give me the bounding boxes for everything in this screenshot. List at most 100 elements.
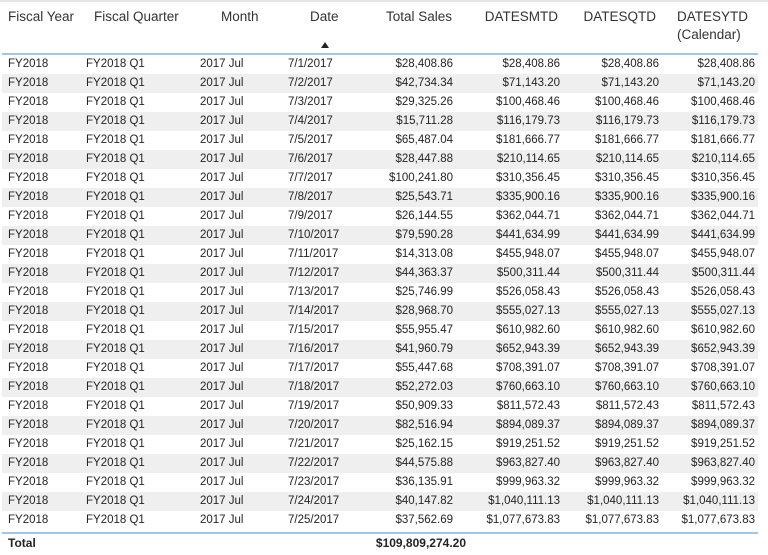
cell-datesmtd: $500,311.44 bbox=[496, 267, 560, 279]
cell-month: 2017 Jul bbox=[200, 438, 244, 450]
cell-total-sales: $100,241.80 bbox=[389, 172, 453, 184]
cell-datesqtd: $181,666.77 bbox=[595, 134, 659, 146]
table-row[interactable]: FY2018 FY2018 Q1 2017 Jul 7/2/2017 $42,734.3… bbox=[2, 74, 758, 93]
cell-month: 2017 Jul bbox=[200, 191, 244, 203]
table-row[interactable]: FY2018 FY2018 Q1 2017 Jul 7/17/2017 $55,447.… bbox=[2, 359, 758, 378]
cell-total-sales: $14,313.08 bbox=[395, 248, 453, 260]
cell-datesytd: $555,027.13 bbox=[691, 305, 755, 317]
cell-month: 2017 Jul bbox=[200, 229, 244, 241]
cell-date: 7/9/2017 bbox=[288, 210, 333, 222]
cell-total-sales: $44,575.88 bbox=[395, 457, 453, 469]
cell-datesmtd: $963,827.40 bbox=[496, 457, 560, 469]
table-row[interactable]: FY2018 FY2018 Q1 2017 Jul 7/10/2017 $79,590.… bbox=[2, 226, 758, 245]
cell-datesytd: $999,963.32 bbox=[691, 476, 755, 488]
cell-datesytd: $963,827.40 bbox=[691, 457, 755, 469]
table-row[interactable]: FY2018 FY2018 Q1 2017 Jul 7/16/2017 $41,960.… bbox=[2, 340, 758, 359]
cell-month: 2017 Jul bbox=[200, 77, 244, 89]
cell-datesqtd: $441,634.99 bbox=[595, 229, 659, 241]
table-row[interactable]: FY2018 FY2018 Q1 2017 Jul 7/11/2017 $14,313.… bbox=[2, 245, 758, 264]
cell-datesmtd: $919,251.52 bbox=[496, 438, 560, 450]
table-row[interactable]: FY2018 FY2018 Q1 2017 Jul 7/14/2017 $28,968.… bbox=[2, 302, 758, 321]
header-total-sales[interactable]: Total Sales bbox=[386, 8, 452, 26]
table-row[interactable]: FY2018 FY2018 Q1 2017 Jul 7/19/2017 $50,909.… bbox=[2, 397, 758, 416]
cell-fiscal-year: FY2018 bbox=[8, 324, 49, 336]
cell-date: 7/15/2017 bbox=[288, 324, 340, 336]
cell-datesqtd: $526,058.43 bbox=[595, 286, 659, 298]
cell-datesmtd: $1,040,111.13 bbox=[488, 495, 560, 507]
cell-total-sales: $25,162.15 bbox=[395, 438, 453, 450]
cell-total-sales: $40,147.82 bbox=[395, 495, 453, 507]
cell-fiscal-quarter: FY2018 Q1 bbox=[86, 514, 145, 526]
table-row[interactable]: FY2018 FY2018 Q1 2017 Jul 7/23/2017 $36,135.… bbox=[2, 473, 758, 492]
total-label: Total bbox=[8, 536, 36, 550]
cell-datesytd: $310,356.45 bbox=[691, 172, 755, 184]
cell-datesqtd: $555,027.13 bbox=[595, 305, 659, 317]
header-date[interactable]: Date bbox=[310, 8, 339, 26]
table-row[interactable]: FY2018 FY2018 Q1 2017 Jul 7/15/2017 $55,955.… bbox=[2, 321, 758, 340]
table-row[interactable]: FY2018 FY2018 Q1 2017 Jul 7/1/2017 $28,408.8… bbox=[2, 55, 758, 74]
cell-fiscal-quarter: FY2018 Q1 bbox=[86, 229, 145, 241]
table-row[interactable]: FY2018 FY2018 Q1 2017 Jul 7/3/2017 $29,325.2… bbox=[2, 93, 758, 112]
cell-month: 2017 Jul bbox=[200, 476, 244, 488]
cell-datesytd: $181,666.77 bbox=[691, 134, 755, 146]
cell-total-sales: $37,562.69 bbox=[395, 514, 453, 526]
cell-fiscal-quarter: FY2018 Q1 bbox=[86, 381, 145, 393]
sort-ascending-icon[interactable] bbox=[321, 42, 329, 48]
visual-top-border bbox=[0, 0, 768, 2]
table-row[interactable]: FY2018 FY2018 Q1 2017 Jul 7/9/2017 $26,144.5… bbox=[2, 207, 758, 226]
cell-fiscal-quarter: FY2018 Q1 bbox=[86, 172, 145, 184]
header-datesytd[interactable]: DATESYTD (Calendar) bbox=[677, 8, 748, 44]
cell-fiscal-year: FY2018 bbox=[8, 229, 49, 241]
table-row[interactable]: FY2018 FY2018 Q1 2017 Jul 7/7/2017 $100,241.… bbox=[2, 169, 758, 188]
cell-fiscal-year: FY2018 bbox=[8, 115, 49, 127]
cell-datesytd: $500,311.44 bbox=[691, 267, 755, 279]
header-month[interactable]: Month bbox=[221, 8, 259, 26]
cell-datesytd: $1,077,673.83 bbox=[681, 514, 755, 526]
cell-datesmtd: $181,666.77 bbox=[496, 134, 560, 146]
header-fiscal-quarter[interactable]: Fiscal Quarter bbox=[94, 8, 179, 26]
table-row[interactable]: FY2018 FY2018 Q1 2017 Jul 7/25/2017 $37,562.… bbox=[2, 511, 758, 530]
cell-date: 7/12/2017 bbox=[288, 267, 340, 279]
cell-fiscal-quarter: FY2018 Q1 bbox=[86, 476, 145, 488]
cell-month: 2017 Jul bbox=[200, 343, 244, 355]
header-datesytd-line2: (Calendar) bbox=[677, 27, 741, 42]
header-datesqtd[interactable]: DATESQTD bbox=[583, 8, 656, 26]
table-row[interactable]: FY2018 FY2018 Q1 2017 Jul 7/5/2017 $65,487.0… bbox=[2, 131, 758, 150]
cell-fiscal-year: FY2018 bbox=[8, 514, 49, 526]
cell-datesqtd: $116,179.73 bbox=[595, 115, 659, 127]
cell-datesytd: $362,044.71 bbox=[691, 210, 755, 222]
cell-date: 7/1/2017 bbox=[288, 58, 333, 70]
table-row[interactable]: FY2018 FY2018 Q1 2017 Jul 7/22/2017 $44,575.… bbox=[2, 454, 758, 473]
cell-fiscal-quarter: FY2018 Q1 bbox=[86, 115, 145, 127]
cell-month: 2017 Jul bbox=[200, 153, 244, 165]
table-row[interactable]: FY2018 FY2018 Q1 2017 Jul 7/21/2017 $25,162.… bbox=[2, 435, 758, 454]
cell-datesqtd: $708,391.07 bbox=[595, 362, 659, 374]
cell-datesqtd: $100,468.46 bbox=[595, 96, 659, 108]
cell-date: 7/4/2017 bbox=[288, 115, 333, 127]
cell-datesytd: $610,982.60 bbox=[691, 324, 755, 336]
cell-fiscal-year: FY2018 bbox=[8, 438, 49, 450]
cell-datesmtd: $100,468.46 bbox=[496, 96, 560, 108]
cell-fiscal-year: FY2018 bbox=[8, 419, 49, 431]
cell-fiscal-year: FY2018 bbox=[8, 267, 49, 279]
cell-datesqtd: $652,943.39 bbox=[595, 343, 659, 355]
table-row[interactable]: FY2018 FY2018 Q1 2017 Jul 7/18/2017 $52,272.… bbox=[2, 378, 758, 397]
table-header: Fiscal Year Fiscal Quarter Month Date To… bbox=[0, 6, 760, 54]
cell-date: 7/17/2017 bbox=[288, 362, 340, 374]
table-row[interactable]: FY2018 FY2018 Q1 2017 Jul 7/12/2017 $44,363.… bbox=[2, 264, 758, 283]
cell-fiscal-year: FY2018 bbox=[8, 77, 49, 89]
table-row[interactable]: FY2018 FY2018 Q1 2017 Jul 7/24/2017 $40,147.… bbox=[2, 492, 758, 511]
cell-datesmtd: $708,391.07 bbox=[496, 362, 560, 374]
table-row[interactable]: FY2018 FY2018 Q1 2017 Jul 7/4/2017 $15,711.2… bbox=[2, 112, 758, 131]
cell-fiscal-quarter: FY2018 Q1 bbox=[86, 191, 145, 203]
table-row[interactable]: FY2018 FY2018 Q1 2017 Jul 7/8/2017 $25,543.7… bbox=[2, 188, 758, 207]
cell-total-sales: $25,746.99 bbox=[395, 286, 453, 298]
table-row[interactable]: FY2018 FY2018 Q1 2017 Jul 7/6/2017 $28,447.8… bbox=[2, 150, 758, 169]
header-fiscal-year[interactable]: Fiscal Year bbox=[8, 8, 74, 26]
table-row[interactable]: FY2018 FY2018 Q1 2017 Jul 7/20/2017 $82,516.… bbox=[2, 416, 758, 435]
table-row[interactable]: FY2018 FY2018 Q1 2017 Jul 7/13/2017 $25,746.… bbox=[2, 283, 758, 302]
cell-datesqtd: $335,900.16 bbox=[595, 191, 659, 203]
header-datesmtd[interactable]: DATESMTD bbox=[485, 8, 558, 26]
cell-datesytd: $526,058.43 bbox=[691, 286, 755, 298]
cell-datesqtd: $71,143.20 bbox=[601, 77, 659, 89]
